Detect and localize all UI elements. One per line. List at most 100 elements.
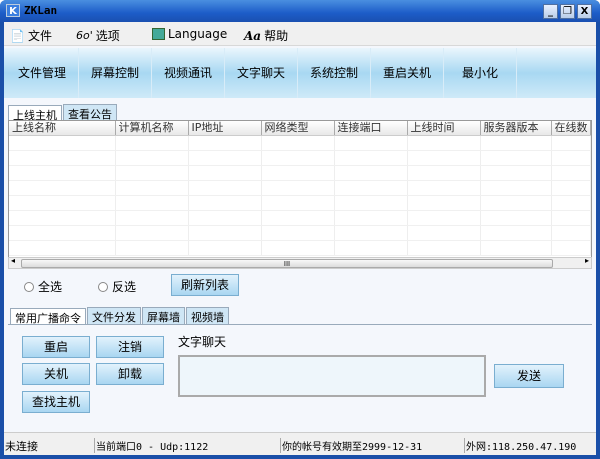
status-expiry: 你的帐号有效期至2999-12-31 (280, 438, 422, 453)
horizontal-scrollbar[interactable]: ◂ III ▸ (8, 256, 592, 269)
host-list[interactable]: 上线名称 计算机名称 IP地址 网络类型 连接端口 上线时间 服务器版本 在线数 (8, 120, 592, 258)
title-bar[interactable]: K ZKLan _ ❐ X (0, 0, 600, 22)
cell (9, 181, 116, 195)
cell (116, 166, 189, 180)
empty-row (9, 196, 591, 211)
toolbar-restart-shutdown[interactable]: 重启关机 (371, 48, 444, 98)
client-area: 📄 文件 6o' 选项 Language Aa 帮助 文件管理 屏幕控制 视频通讯 文… (4, 22, 596, 455)
radio-icon (98, 281, 108, 292)
cell (481, 241, 552, 255)
cell (552, 241, 591, 255)
list-header: 上线名称 计算机名称 IP地址 网络类型 连接端口 上线时间 服务器版本 在线数 (9, 121, 591, 136)
cell (189, 166, 262, 180)
language-icon (152, 28, 165, 40)
find-host-button[interactable]: 查找主机 (22, 391, 90, 413)
cell (552, 181, 591, 195)
cell (262, 211, 335, 225)
cell (9, 226, 116, 240)
cell (481, 196, 552, 210)
col-network-type[interactable]: 网络类型 (262, 121, 335, 135)
scroll-right-icon[interactable]: ▸ (585, 256, 589, 265)
cell (9, 196, 116, 210)
text-chat-label: 文字聊天 (178, 335, 227, 349)
cell (9, 241, 116, 255)
cell (335, 211, 408, 225)
refresh-list-button[interactable]: 刷新列表 (171, 274, 239, 296)
invert-select-radio[interactable]: 反选 (98, 278, 136, 295)
toolbar-minimize[interactable]: 最小化 (444, 48, 517, 98)
toolbar-system-control[interactable]: 系统控制 (298, 48, 371, 98)
cell (408, 196, 481, 210)
cell (189, 211, 262, 225)
select-all-radio[interactable]: 全选 (24, 278, 62, 295)
glasses-icon: 6o' (76, 29, 93, 42)
cell (335, 166, 408, 180)
app-logo-icon: K (6, 4, 20, 17)
cell (481, 226, 552, 240)
cell (481, 136, 552, 150)
shutdown-button[interactable]: 关机 (22, 363, 90, 385)
chat-input[interactable] (178, 355, 486, 397)
empty-row (9, 181, 591, 196)
logoff-button[interactable]: 注销 (96, 336, 164, 358)
col-computer-name[interactable]: 计算机名称 (116, 121, 189, 135)
cell (335, 226, 408, 240)
toolbar-text-chat[interactable]: 文字聊天 (225, 48, 298, 98)
cell (9, 211, 116, 225)
menu-label: 帮助 (264, 29, 289, 43)
cell (335, 181, 408, 195)
cell (116, 151, 189, 165)
menu-options[interactable]: 6o' 选项 (76, 27, 120, 44)
uninstall-button[interactable]: 卸载 (96, 363, 164, 385)
restart-button[interactable]: 重启 (22, 336, 90, 358)
cell (481, 211, 552, 225)
cell (335, 196, 408, 210)
close-button[interactable]: X (577, 4, 592, 19)
col-online-count[interactable]: 在线数 (552, 121, 591, 135)
col-online-name[interactable]: 上线名称 (9, 121, 116, 135)
toolbar-screen-control[interactable]: 屏幕控制 (79, 48, 152, 98)
cell (335, 241, 408, 255)
cell (9, 166, 116, 180)
cell (262, 181, 335, 195)
app-window: K ZKLan _ ❐ X 📄 文件 6o' 选项 Language Aa 帮助 文件… (0, 0, 600, 459)
send-button[interactable]: 发送 (494, 364, 564, 388)
empty-row (9, 226, 591, 241)
radio-icon (24, 281, 34, 292)
cell (408, 151, 481, 165)
col-online-time[interactable]: 上线时间 (408, 121, 481, 135)
cell (189, 181, 262, 195)
cell (552, 226, 591, 240)
menu-file[interactable]: 📄 文件 (10, 27, 52, 44)
cell (116, 226, 189, 240)
cell (552, 196, 591, 210)
cell (408, 136, 481, 150)
minimize-button[interactable]: _ (543, 4, 558, 19)
cell (262, 151, 335, 165)
status-external-ip: 外网:118.250.47.190 (464, 438, 576, 453)
toolbar: 文件管理 屏幕控制 视频通讯 文字聊天 系统控制 重启关机 最小化 (4, 48, 596, 98)
cell (262, 241, 335, 255)
empty-row (9, 151, 591, 166)
cell (262, 226, 335, 240)
col-port[interactable]: 连接端口 (335, 121, 408, 135)
status-bar: 未连接 当前端口0 - Udp:1122 你的帐号有效期至2999-12-31 … (4, 432, 596, 455)
toolbar-video-chat[interactable]: 视频通讯 (152, 48, 225, 98)
menu-language[interactable]: Language (152, 27, 227, 41)
col-ip[interactable]: IP地址 (189, 121, 262, 135)
col-server-version[interactable]: 服务器版本 (481, 121, 552, 135)
scroll-left-icon[interactable]: ◂ (11, 256, 15, 265)
empty-row (9, 211, 591, 226)
menu-help[interactable]: Aa 帮助 (244, 27, 288, 44)
cell (262, 136, 335, 150)
toolbar-file-manager[interactable]: 文件管理 (6, 48, 79, 98)
empty-row (9, 241, 591, 256)
empty-row (9, 166, 591, 181)
cell (189, 196, 262, 210)
scroll-thumb[interactable]: III (21, 259, 553, 268)
file-icon: 📄 (10, 28, 25, 43)
status-port: 当前端口0 - Udp:1122 (94, 438, 208, 453)
cell (116, 211, 189, 225)
restore-button[interactable]: ❐ (560, 4, 575, 19)
cell (189, 151, 262, 165)
